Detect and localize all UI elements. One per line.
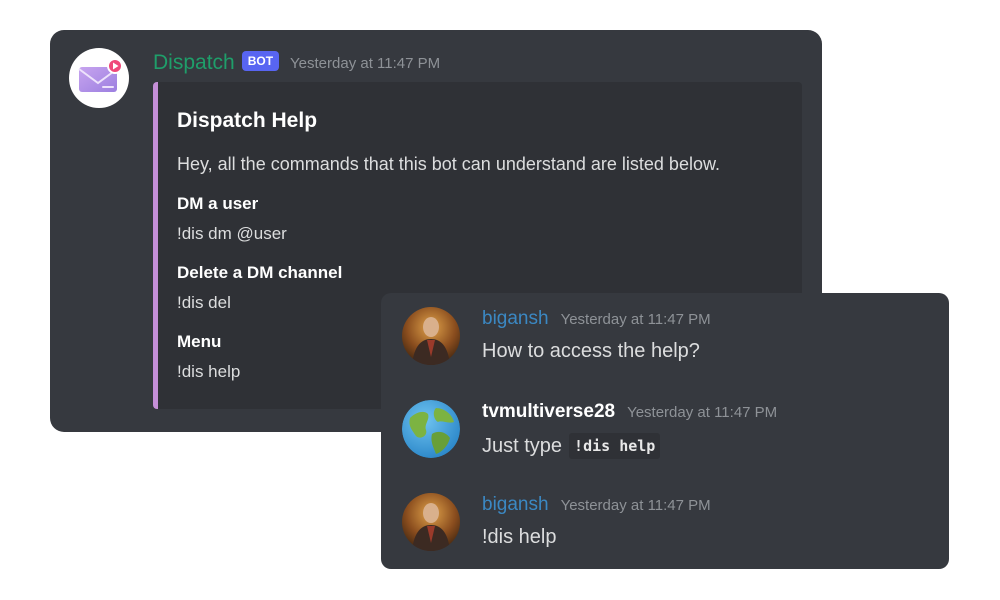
embed-field-name: Delete a DM channel: [177, 263, 343, 282]
message-text: !dis help: [482, 526, 557, 548]
chat-card: bigansh Yesterday at 11:47 PM How to acc…: [381, 293, 949, 569]
chat-message: bigansh Yesterday at 11:47 PM How to acc…: [381, 307, 949, 377]
chat-message: tvmultiverse28 Yesterday at 11:47 PM Jus…: [381, 400, 949, 470]
inline-code: !dis help: [569, 433, 661, 459]
discord-screenshot: Dispatch BOT Yesterday at 11:47 PM Dispa…: [0, 0, 1000, 600]
message-text-plain: Just type: [482, 434, 563, 457]
globe-icon[interactable]: [402, 400, 460, 458]
embed-field-name: DM a user: [177, 194, 259, 213]
message-timestamp[interactable]: Yesterday at 11:47 PM: [627, 404, 777, 421]
chat-message: bigansh Yesterday at 11:47 PM !dis help: [381, 493, 949, 563]
message-header: bigansh Yesterday at 11:47 PM: [482, 493, 711, 517]
message-timestamp[interactable]: Yesterday at 11:47 PM: [561, 497, 711, 514]
message-timestamp[interactable]: Yesterday at 11:47 PM: [290, 55, 440, 72]
user-avatar[interactable]: [402, 493, 460, 551]
bot-username[interactable]: Dispatch: [153, 51, 235, 75]
message-text: How to access the help?: [482, 340, 700, 362]
message-header: tvmultiverse28 Yesterday at 11:47 PM: [482, 400, 777, 424]
embed-field-name: Menu: [177, 332, 222, 351]
bot-message-header: Dispatch BOT Yesterday at 11:47 PM: [153, 50, 440, 76]
embed-title: Dispatch Help: [177, 109, 318, 132]
embed-description: Hey, all the commands that this bot can …: [177, 154, 720, 174]
message-author[interactable]: tvmultiverse28: [482, 401, 615, 423]
message-author[interactable]: bigansh: [482, 308, 549, 330]
message-text: Just type !dis help: [482, 433, 661, 459]
message-author[interactable]: bigansh: [482, 494, 549, 516]
embed-field-value: !dis help: [177, 362, 241, 381]
bot-avatar[interactable]: [69, 48, 129, 108]
message-header: bigansh Yesterday at 11:47 PM: [482, 307, 711, 331]
bot-badge: BOT: [241, 51, 280, 71]
user-avatar[interactable]: [402, 307, 460, 365]
message-timestamp[interactable]: Yesterday at 11:47 PM: [561, 311, 711, 328]
envelope-icon: [78, 58, 123, 92]
embed-field-value: !dis dm @user: [177, 224, 287, 243]
embed-field-value: !dis del: [177, 293, 231, 312]
